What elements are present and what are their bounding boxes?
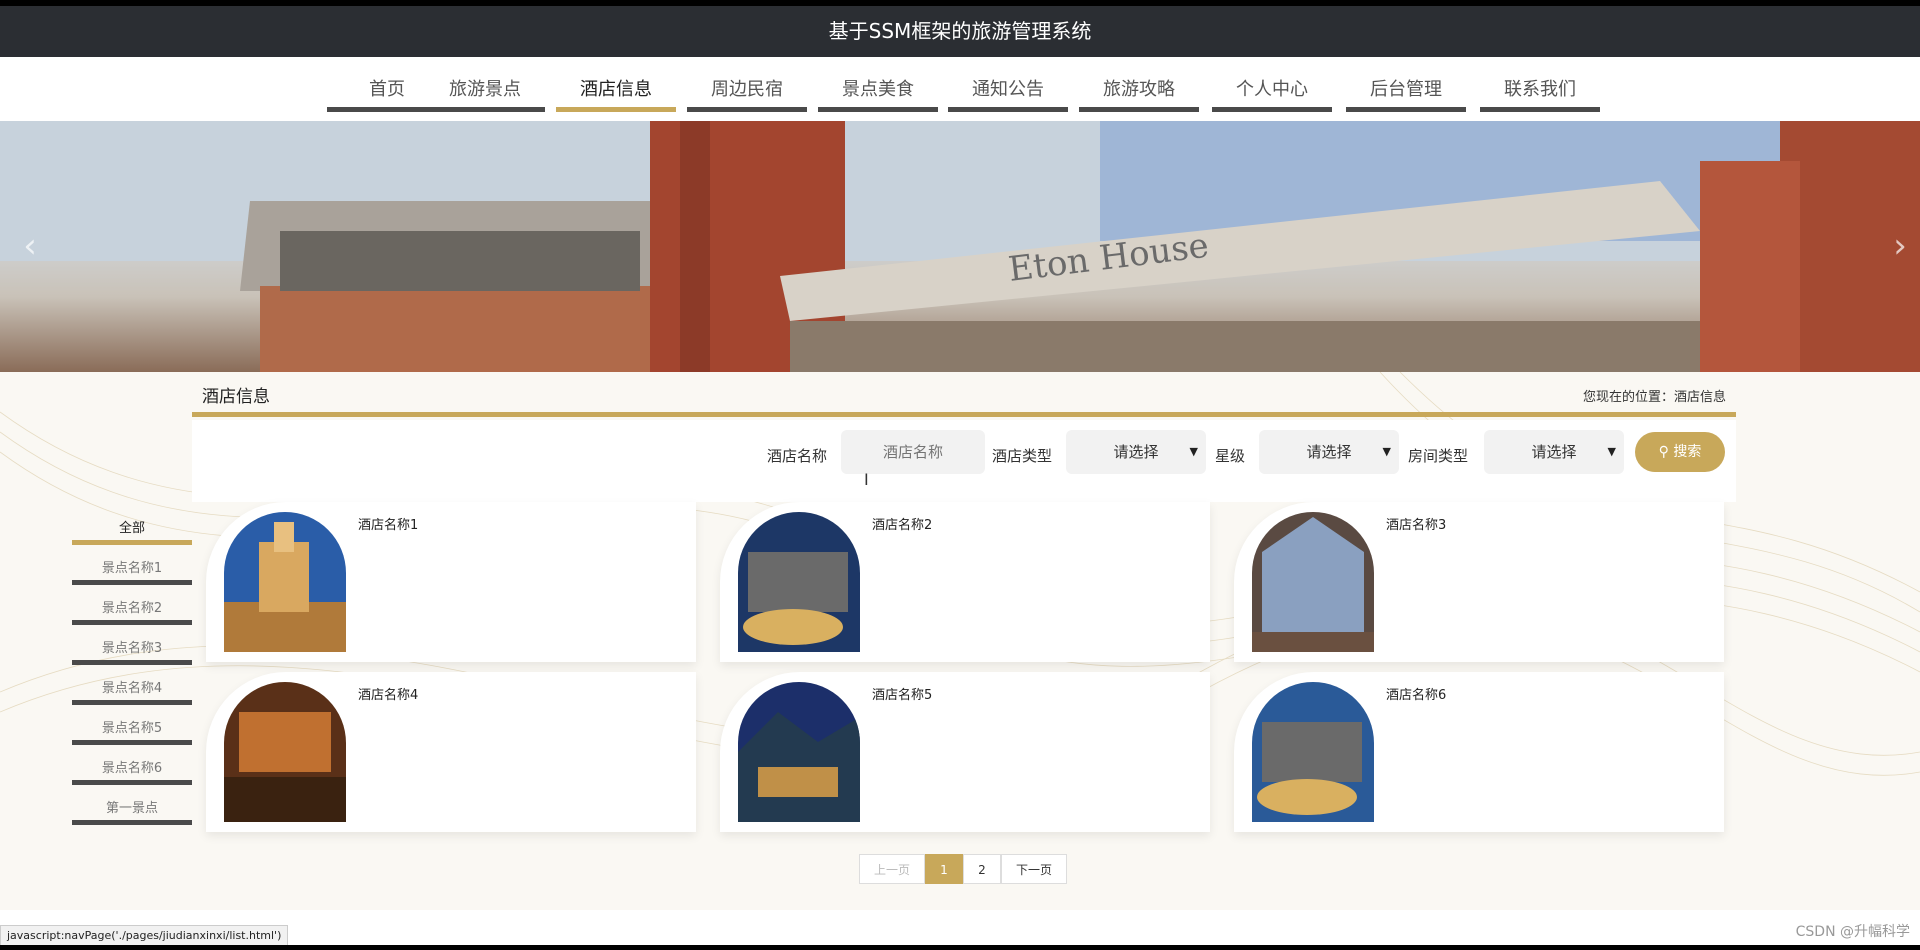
nav-contact[interactable]: 联系我们 [1480, 74, 1600, 112]
hotel-card[interactable]: 酒店名称3 [1234, 502, 1724, 662]
hotel-card[interactable]: 酒店名称4 [206, 672, 696, 832]
hotel-image [1252, 682, 1374, 822]
hotel-type-select[interactable]: 请选择 ▼ [1066, 430, 1206, 474]
sidebar-item-6[interactable]: 景点名称6 [72, 760, 192, 785]
sidebar-item-first[interactable]: 第一景点 [72, 800, 192, 825]
sidebar-item-3[interactable]: 景点名称3 [72, 640, 192, 665]
nav-personal-center[interactable]: 个人中心 [1212, 74, 1332, 112]
hotel-image [224, 512, 346, 652]
hotel-name: 酒店名称6 [1386, 688, 1447, 703]
nav-admin[interactable]: 后台管理 [1346, 74, 1466, 112]
hotel-name-label: 酒店名称 [767, 447, 828, 465]
star-select[interactable]: 请选择 ▼ [1259, 430, 1399, 474]
search-icon: ⚲ [1658, 444, 1669, 460]
hotel-name-input[interactable] [841, 430, 985, 474]
hotel-type-value: 请选择 [1113, 443, 1159, 461]
bottom-edge [0, 945, 1920, 950]
star-value: 请选择 [1306, 443, 1352, 461]
hotel-image [1252, 512, 1374, 652]
status-bar: javascript:navPage('./pages/jiudianxinxi… [0, 925, 289, 947]
hotel-card[interactable]: 酒店名称1 [206, 502, 696, 662]
sidebar-item-4[interactable]: 景点名称4 [72, 680, 192, 705]
nav-hotels[interactable]: 酒店信息 [556, 74, 676, 112]
hotel-name: 酒店名称1 [358, 518, 419, 533]
banner-next-arrow[interactable]: › [1880, 226, 1920, 266]
hotel-name: 酒店名称2 [872, 518, 933, 533]
breadcrumb: 您现在的位置：酒店信息 [1582, 390, 1726, 405]
hotel-image [224, 682, 346, 822]
page-2-button[interactable]: 2 [963, 854, 1001, 884]
hotel-type-label: 酒店类型 [992, 447, 1053, 465]
banner-prev-arrow[interactable]: ‹ [10, 226, 50, 266]
nav-guides[interactable]: 旅游攻略 [1079, 74, 1199, 112]
text-cursor-icon: I [864, 470, 869, 489]
hotel-image [738, 512, 860, 652]
hotel-card[interactable]: 酒店名称2 [720, 502, 1210, 662]
sidebar-item-all[interactable]: 全部 [72, 520, 192, 545]
hotel-card[interactable]: 酒店名称6 [1234, 672, 1724, 832]
section-title: 酒店信息 [202, 387, 270, 407]
watermark: CSDN @升幅科学 [1795, 924, 1910, 940]
chevron-down-icon: ▼ [1189, 445, 1198, 458]
content-area: 酒店信息 您现在的位置：酒店信息 酒店名称 酒店类型 请选择 ▼ 星级 请选择 … [0, 372, 1920, 910]
search-bar: 酒店名称 酒店类型 请选择 ▼ 星级 请选择 ▼ 房间类型 请选择 ▼ ⚲ 搜索 [192, 420, 1736, 502]
search-button-label: 搜索 [1673, 444, 1702, 460]
nav-attractions[interactable]: 旅游景点 [425, 74, 545, 112]
site-title: 基于SSM框架的旅游管理系统 [0, 6, 1920, 57]
next-page-button[interactable]: 下一页 [1001, 854, 1067, 884]
chevron-down-icon: ▼ [1607, 445, 1616, 458]
banner-building-image: Eton House [0, 121, 1920, 372]
section-header: 酒店信息 您现在的位置：酒店信息 [192, 387, 1736, 417]
nav-homestays[interactable]: 周边民宿 [687, 74, 807, 112]
hotel-image [738, 682, 860, 822]
hotel-name: 酒店名称5 [872, 688, 933, 703]
hotel-card[interactable]: 酒店名称5 [720, 672, 1210, 832]
room-type-value: 请选择 [1531, 443, 1577, 461]
nav-notices[interactable]: 通知公告 [948, 74, 1068, 112]
search-button[interactable]: ⚲ 搜索 [1635, 432, 1725, 472]
chevron-down-icon: ▼ [1382, 445, 1391, 458]
room-type-select[interactable]: 请选择 ▼ [1484, 430, 1624, 474]
hotel-name: 酒店名称4 [358, 688, 419, 703]
sidebar-item-1[interactable]: 景点名称1 [72, 560, 192, 585]
prev-page-button[interactable]: 上一页 [859, 854, 925, 884]
main-nav: 首页 旅游景点 酒店信息 周边民宿 景点美食 通知公告 旅游攻略 个人中心 后台… [0, 57, 1920, 121]
sidebar-item-5[interactable]: 景点名称5 [72, 720, 192, 745]
nav-food[interactable]: 景点美食 [818, 74, 938, 112]
star-label: 星级 [1215, 447, 1246, 465]
hotel-name: 酒店名称3 [1386, 518, 1447, 533]
hero-banner: Eton House ‹ › [0, 121, 1920, 372]
page-1-button[interactable]: 1 [925, 854, 963, 884]
sidebar-item-2[interactable]: 景点名称2 [72, 600, 192, 625]
room-type-label: 房间类型 [1408, 447, 1469, 465]
